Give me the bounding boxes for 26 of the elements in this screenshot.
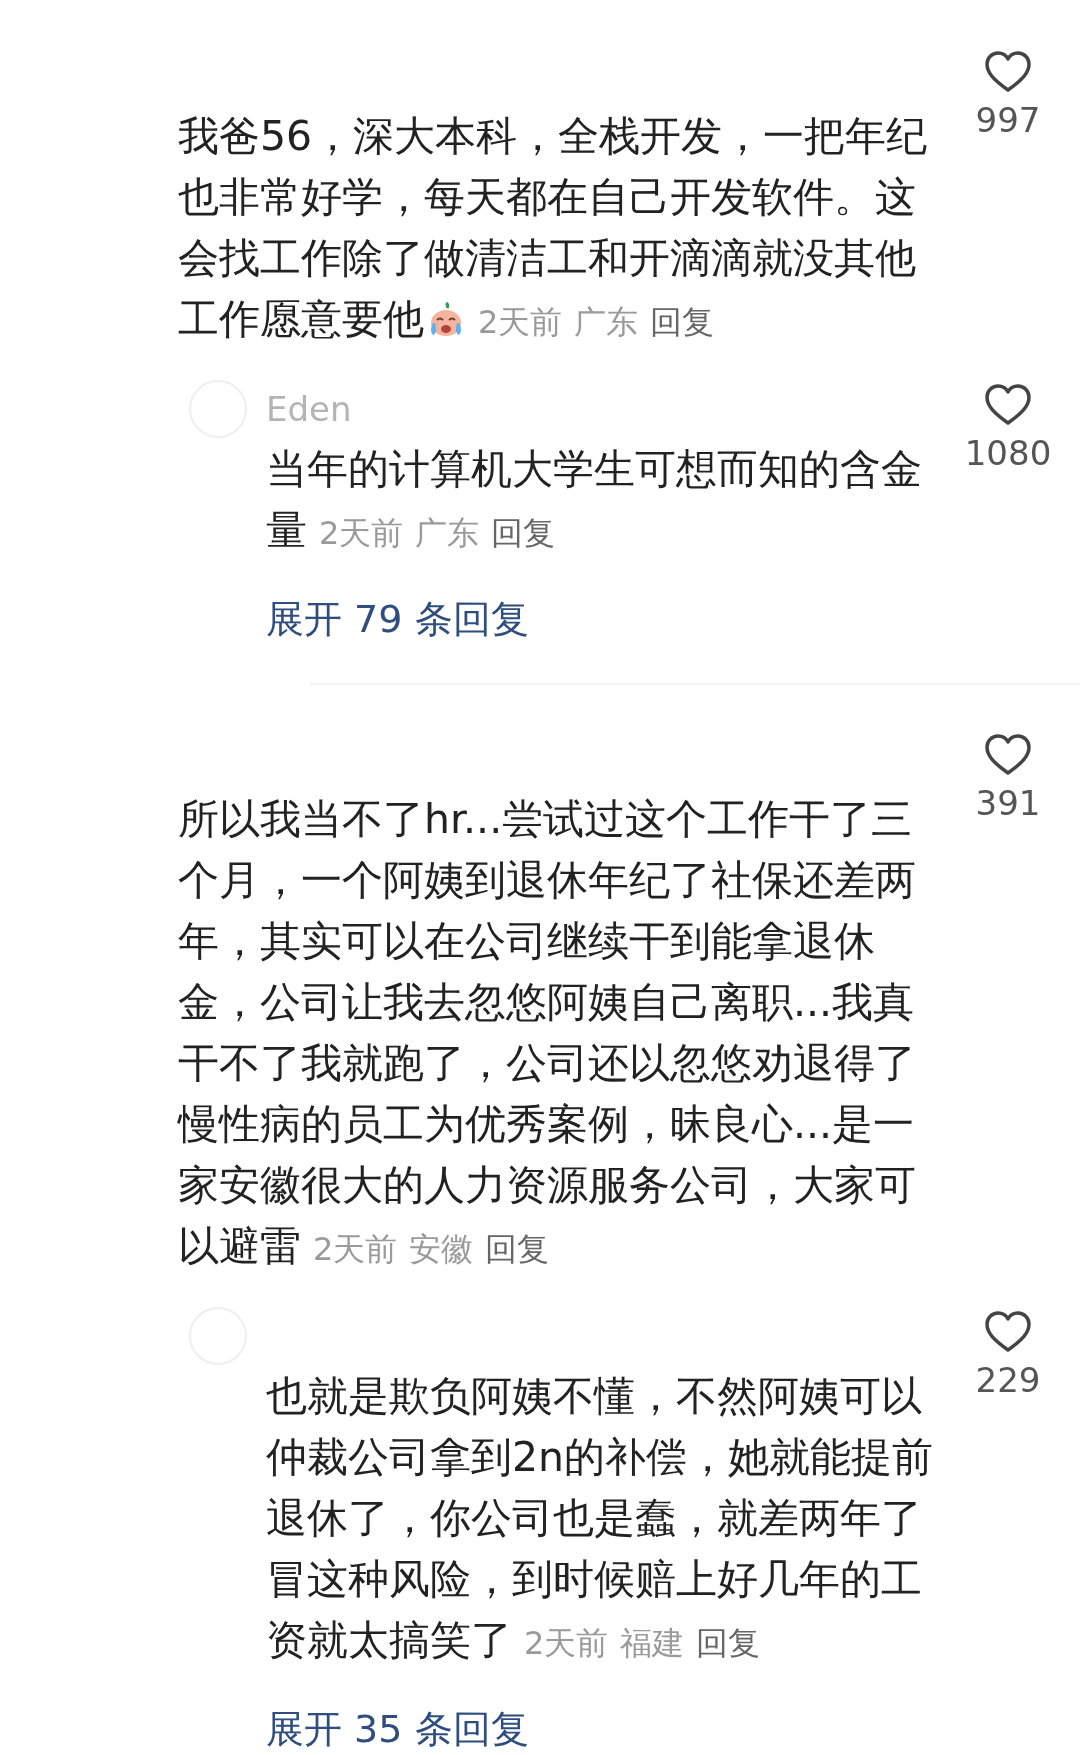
like-count: 1080 <box>964 433 1052 473</box>
comment-text: 所以我当不了hr...尝试过这个工作干了三个月，一个阿姨到退休年纪了社保还差两年，其实可以在公司继续干到能拿退休金，公司让我去忽悠阿姨自己离职...我真干不了我就跑了，公司还以忽悠劝退得了慢性病的员工为优秀案例，昧良心...是一家安徽很大的人力资源服务公司，大家可以避雷 2天前 安徽 回复 <box>178 794 917 1272</box>
like-count: 229 <box>975 1360 1041 1400</box>
heart-icon[interactable] <box>984 733 1032 777</box>
reply-time: 2天前 <box>524 1624 609 1662</box>
like-count: 997 <box>975 100 1041 140</box>
reply-time: 2天前 <box>319 514 404 552</box>
reply-link[interactable]: 回复 <box>491 514 556 552</box>
comment-location: 广东 <box>574 303 639 341</box>
expand-replies-link[interactable]: 展开 79 条回复 <box>266 594 529 645</box>
comment-time: 2天前 <box>313 1230 398 1268</box>
reply-link[interactable]: 回复 <box>696 1624 761 1662</box>
comment-text: 我爸56，深大本科，全栈开发，一把年纪也非常好学，每天都在自己开发软件。这会找工作除了做清洁工和开滴滴就没其他工作愿意要他 2天前 广东 回复 <box>178 111 929 345</box>
reply-location: 福建 <box>620 1624 685 1662</box>
reply-text: 也就是欺负阿姨不懂，不然阿姨可以仲裁公司拿到2n的补偿，她就能提前退休了，你公司也是蠢，就差两年了冒这种风险，到时候赔上好几年的工资就太搞笑了 2天前 福建 回复 <box>266 1371 935 1666</box>
reply-link[interactable]: 回复 <box>485 1230 550 1268</box>
comment-location: 安徽 <box>409 1230 474 1268</box>
heart-icon[interactable] <box>984 383 1032 427</box>
like-count: 391 <box>975 783 1041 823</box>
heart-icon[interactable] <box>984 1310 1032 1354</box>
reply-link[interactable]: 回复 <box>650 303 715 341</box>
reply-text: 当年的计算机大学生可想而知的含金量 2天前 广东 回复 <box>266 444 923 556</box>
comment-time: 2天前 <box>478 303 563 341</box>
expand-replies-link[interactable]: 展开 35 条回复 <box>266 1704 529 1755</box>
heart-icon[interactable] <box>984 50 1032 94</box>
reply-location: 广东 <box>415 514 480 552</box>
